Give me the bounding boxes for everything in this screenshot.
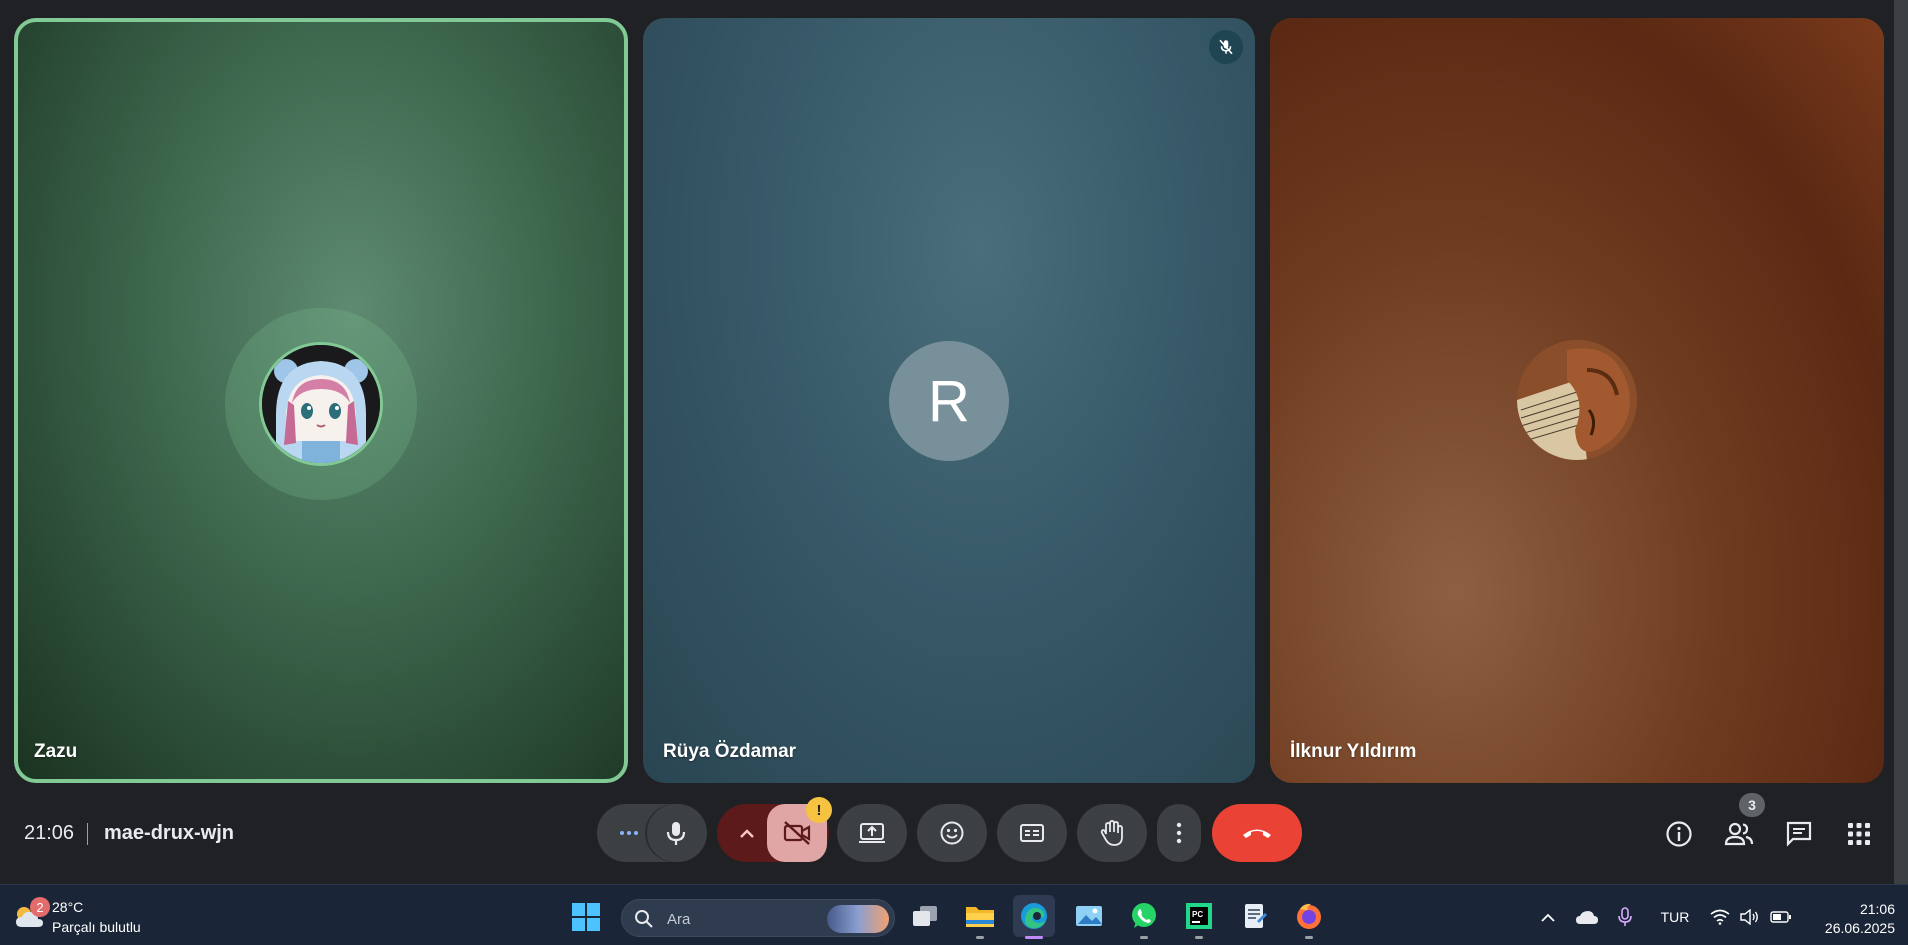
camera-off-icon	[783, 821, 811, 845]
meeting-clock: 21:06	[24, 822, 75, 844]
edge-icon	[1021, 903, 1047, 929]
participant-name: İlknur Yıldırım	[1290, 741, 1417, 762]
photos-icon	[1076, 906, 1102, 926]
clock-date: 26.06.2025	[1824, 920, 1895, 936]
mic-off-icon	[1209, 30, 1243, 64]
running-indicator	[1025, 936, 1043, 939]
running-indicator	[1195, 936, 1203, 939]
running-indicator	[976, 936, 984, 939]
raise-hand-button[interactable]	[1077, 804, 1147, 862]
participant-tile-ilknur[interactable]: İlknur Yıldırım	[1270, 18, 1884, 783]
windows-logo-icon	[572, 903, 600, 931]
meeting-code: mae-drux-wjn	[104, 822, 235, 844]
folder-icon	[966, 907, 994, 927]
present-screen-button[interactable]	[837, 804, 907, 862]
edge-browser-app[interactable]	[1013, 895, 1055, 939]
audio-controls	[597, 804, 707, 862]
microphone-icon	[666, 822, 686, 845]
whatsapp-app[interactable]	[1123, 895, 1165, 939]
whatsapp-icon	[1132, 903, 1156, 928]
cloud-icon	[1576, 911, 1598, 924]
camera-controls: !	[717, 797, 832, 862]
running-indicator	[1140, 936, 1148, 939]
chevron-up-icon	[1541, 913, 1555, 922]
svg-text:PC: PC	[1192, 910, 1203, 919]
audio-options-button[interactable]	[607, 804, 651, 862]
system-clock[interactable]: 21:06 26.06.2025	[1825, 900, 1895, 938]
divider	[87, 823, 88, 845]
show-hidden-icons-button[interactable]	[1536, 905, 1560, 929]
scrollbar[interactable]	[1894, 0, 1908, 884]
meet-window: Zazu R Rüya Özdamar İlknur Yıldırım 21:0…	[0, 0, 1908, 884]
participant-avatar	[259, 342, 383, 466]
meeting-details-button[interactable]	[1659, 814, 1699, 854]
more-horizontal-icon	[620, 831, 638, 835]
firefox-app[interactable]	[1288, 895, 1330, 939]
weather-notification-badge: 2	[30, 897, 50, 917]
camera-options-button[interactable]	[727, 804, 767, 862]
participant-name: Rüya Özdamar	[663, 741, 797, 762]
participants-button[interactable]	[1719, 814, 1759, 854]
camera-warning-badge: !	[806, 797, 832, 823]
weather-temperature: 28°C	[52, 899, 84, 915]
chevron-up-icon	[740, 828, 754, 838]
search-placeholder: Ara	[667, 911, 691, 928]
emoji-icon	[940, 821, 964, 845]
taskbar: 2 28°C Parçalı bulutlu Ara PC TUR 21:06 …	[0, 884, 1908, 945]
present-screen-icon	[859, 823, 885, 843]
volume-icon[interactable]	[1738, 905, 1762, 929]
running-indicator	[1305, 936, 1313, 939]
notepad-icon	[1245, 904, 1267, 928]
start-button[interactable]	[571, 902, 601, 932]
photos-app[interactable]	[1068, 895, 1110, 937]
chat-button[interactable]	[1779, 814, 1819, 854]
microphone-in-use-indicator[interactable]	[1614, 905, 1636, 929]
pycharm-app[interactable]: PC	[1178, 895, 1220, 939]
participant-avatar-letter: R	[889, 341, 1009, 461]
battery-icon[interactable]	[1768, 905, 1794, 929]
weather-condition: Parçalı bulutlu	[52, 919, 141, 935]
search-icon	[635, 910, 653, 928]
participant-tile-zazu[interactable]: Zazu	[14, 18, 628, 783]
onedrive-tray-button[interactable]	[1573, 905, 1601, 929]
captions-button[interactable]	[997, 804, 1067, 862]
taskbar-search[interactable]: Ara	[621, 899, 895, 937]
participant-avatar	[1517, 340, 1637, 460]
more-vertical-icon	[1176, 822, 1182, 844]
microphone-button[interactable]	[647, 804, 705, 862]
task-view-icon	[913, 906, 937, 926]
microphone-icon	[1618, 907, 1632, 926]
firefox-icon	[1297, 903, 1321, 929]
activities-button[interactable]	[1839, 814, 1879, 854]
hand-icon	[1100, 820, 1123, 846]
reactions-button[interactable]	[917, 804, 987, 862]
participant-tile-ruya[interactable]: R Rüya Özdamar	[643, 18, 1255, 783]
leave-call-button[interactable]	[1212, 804, 1302, 862]
chat-icon	[1786, 821, 1812, 847]
more-options-button[interactable]	[1157, 804, 1201, 862]
task-view-button[interactable]	[904, 895, 946, 937]
weather-widget[interactable]: 2 28°C Parçalı bulutlu	[10, 897, 190, 937]
participant-name: Zazu	[34, 741, 78, 762]
input-language-indicator[interactable]: TUR	[1648, 905, 1702, 929]
notepad-app[interactable]	[1233, 895, 1275, 937]
hang-up-icon	[1243, 829, 1271, 838]
clock-time: 21:06	[1859, 901, 1895, 917]
pycharm-icon: PC	[1186, 903, 1212, 929]
people-icon	[1724, 822, 1754, 846]
apps-grid-icon	[1848, 823, 1870, 845]
search-highlight-image	[827, 905, 889, 933]
wifi-icon[interactable]	[1708, 905, 1732, 929]
participant-count-badge: 3	[1739, 793, 1765, 817]
control-bar: 21:06 mae-drux-wjn ! 3	[0, 790, 1894, 880]
closed-captions-icon	[1020, 824, 1044, 842]
info-icon	[1666, 821, 1692, 847]
file-explorer-app[interactable]	[959, 895, 1001, 939]
